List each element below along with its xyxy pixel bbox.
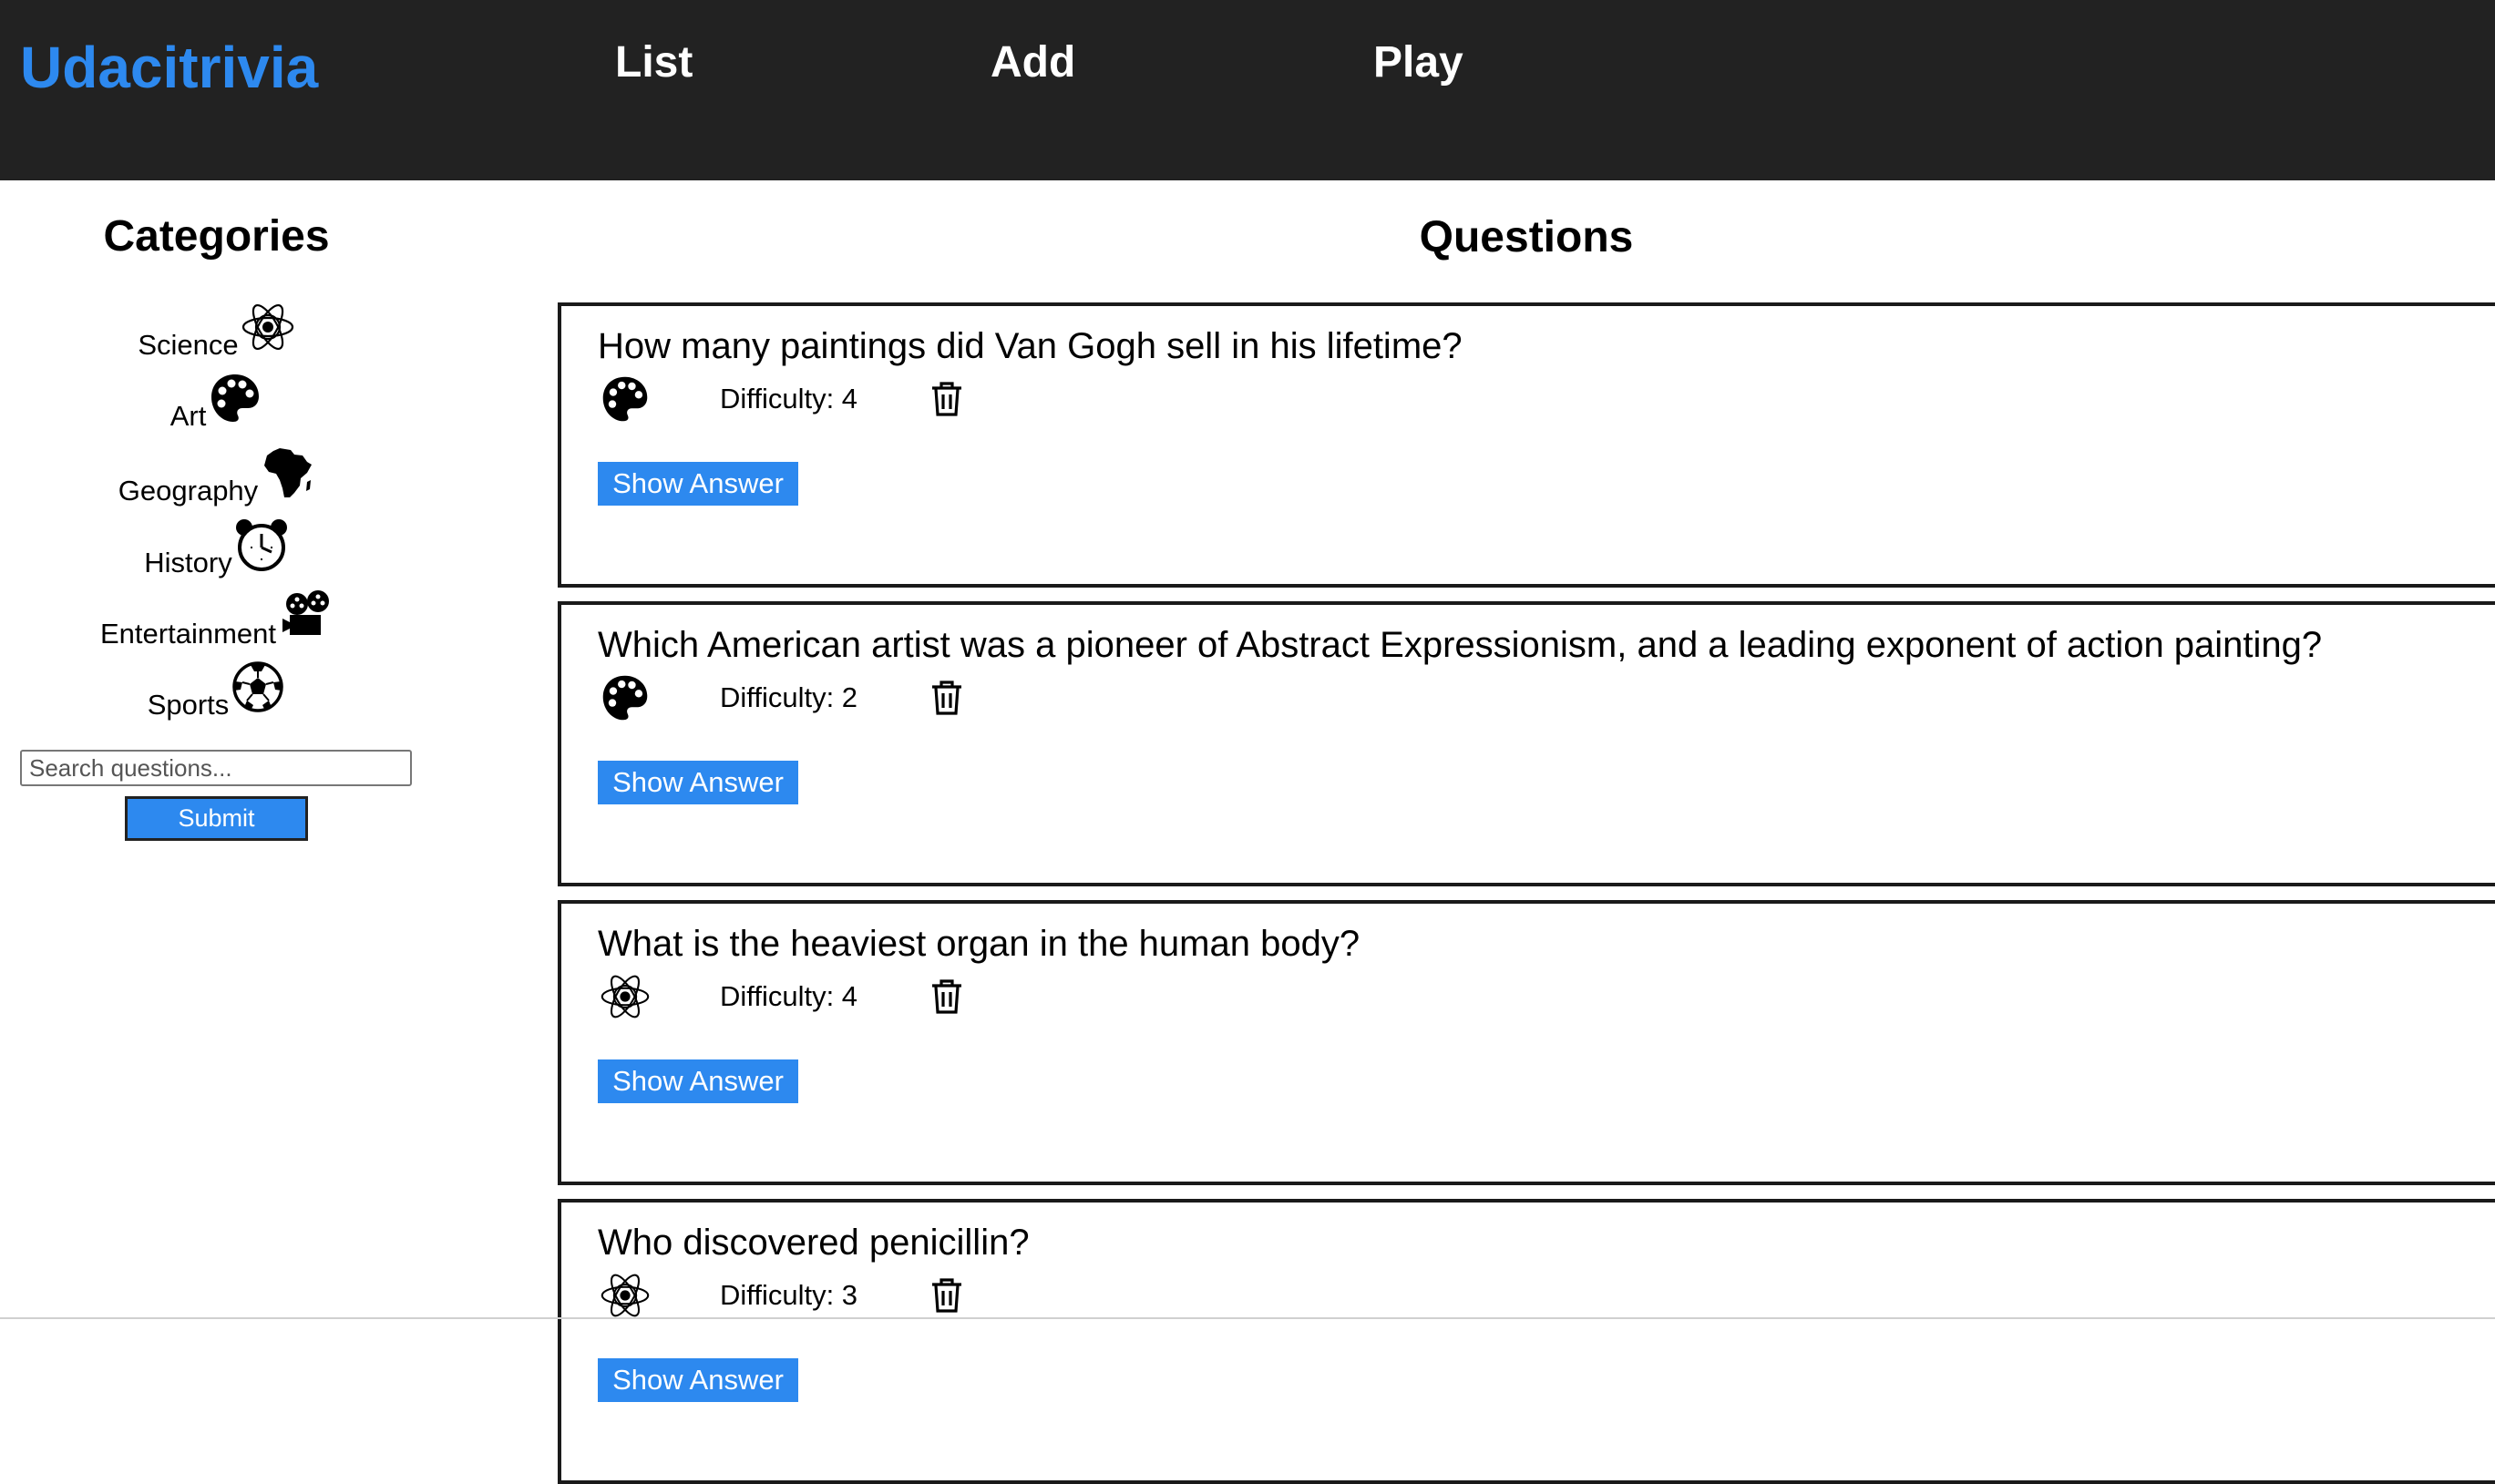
category-label: History <box>144 547 232 578</box>
category-science[interactable]: Science <box>0 300 433 373</box>
atom-icon <box>600 971 651 1022</box>
question-difficulty: Difficulty: 2 <box>720 681 858 713</box>
show-answer-button[interactable]: Show Answer <box>598 1059 798 1103</box>
palette-icon <box>600 374 651 425</box>
category-sports[interactable]: Sports <box>0 660 433 732</box>
delete-icon[interactable] <box>929 978 964 1015</box>
nav-play-link[interactable]: Play <box>1373 41 1463 85</box>
palette-icon <box>208 371 262 425</box>
app-brand[interactable]: Udacitrivia <box>20 38 318 97</box>
question-card: How many paintings did Van Gogh sell in … <box>558 302 2495 588</box>
category-label: Geography <box>118 475 259 507</box>
category-label: Science <box>138 329 239 361</box>
question-text: Which American artist was a pioneer of A… <box>598 625 2323 665</box>
question-card: Which American artist was a pioneer of A… <box>558 601 2495 886</box>
question-difficulty: Difficulty: 4 <box>720 980 858 1012</box>
category-geography[interactable]: Geography <box>0 445 433 518</box>
category-entertainment[interactable]: Entertainment <box>0 588 433 661</box>
nav-list-link[interactable]: List <box>615 41 693 85</box>
atom-icon <box>600 1270 651 1321</box>
question-card: Who discovered penicillin? Difficulty: 3… <box>558 1199 2495 1484</box>
africa-icon <box>260 445 314 500</box>
top-navbar: Udacitrivia List Add Play <box>0 0 2495 180</box>
film-projector-icon <box>278 588 333 643</box>
delete-icon[interactable] <box>929 680 964 716</box>
question-text: What is the heaviest organ in the human … <box>598 924 1360 964</box>
nav-add-link[interactable]: Add <box>991 41 1075 85</box>
show-answer-button[interactable]: Show Answer <box>598 462 798 506</box>
search-input[interactable] <box>20 750 412 786</box>
delete-icon[interactable] <box>929 381 964 417</box>
question-text: Who discovered penicillin? <box>598 1223 1030 1263</box>
category-history[interactable]: History <box>0 517 433 590</box>
question-text: How many paintings did Van Gogh sell in … <box>598 326 1463 366</box>
question-difficulty: Difficulty: 3 <box>720 1279 858 1311</box>
question-card: What is the heaviest organ in the human … <box>558 900 2495 1185</box>
delete-icon[interactable] <box>929 1277 964 1314</box>
category-label: Art <box>169 400 207 432</box>
search-submit-button[interactable]: Submit <box>125 796 308 841</box>
categories-sidebar: Categories Science Art Geography History… <box>0 180 433 1319</box>
soccer-ball-icon <box>231 660 285 714</box>
category-label: Sports <box>147 689 230 721</box>
categories-title: Categories <box>103 212 330 261</box>
questions-title: Questions <box>1419 213 1634 261</box>
category-label: Entertainment <box>100 618 276 650</box>
question-difficulty: Difficulty: 4 <box>720 383 858 414</box>
atom-icon <box>241 300 295 354</box>
viewport-bottom-border <box>0 1317 2495 1319</box>
show-answer-button[interactable]: Show Answer <box>598 1358 798 1402</box>
palette-icon <box>600 672 651 723</box>
category-art[interactable]: Art <box>0 371 433 444</box>
show-answer-button[interactable]: Show Answer <box>598 761 798 804</box>
alarm-clock-icon <box>234 517 289 572</box>
